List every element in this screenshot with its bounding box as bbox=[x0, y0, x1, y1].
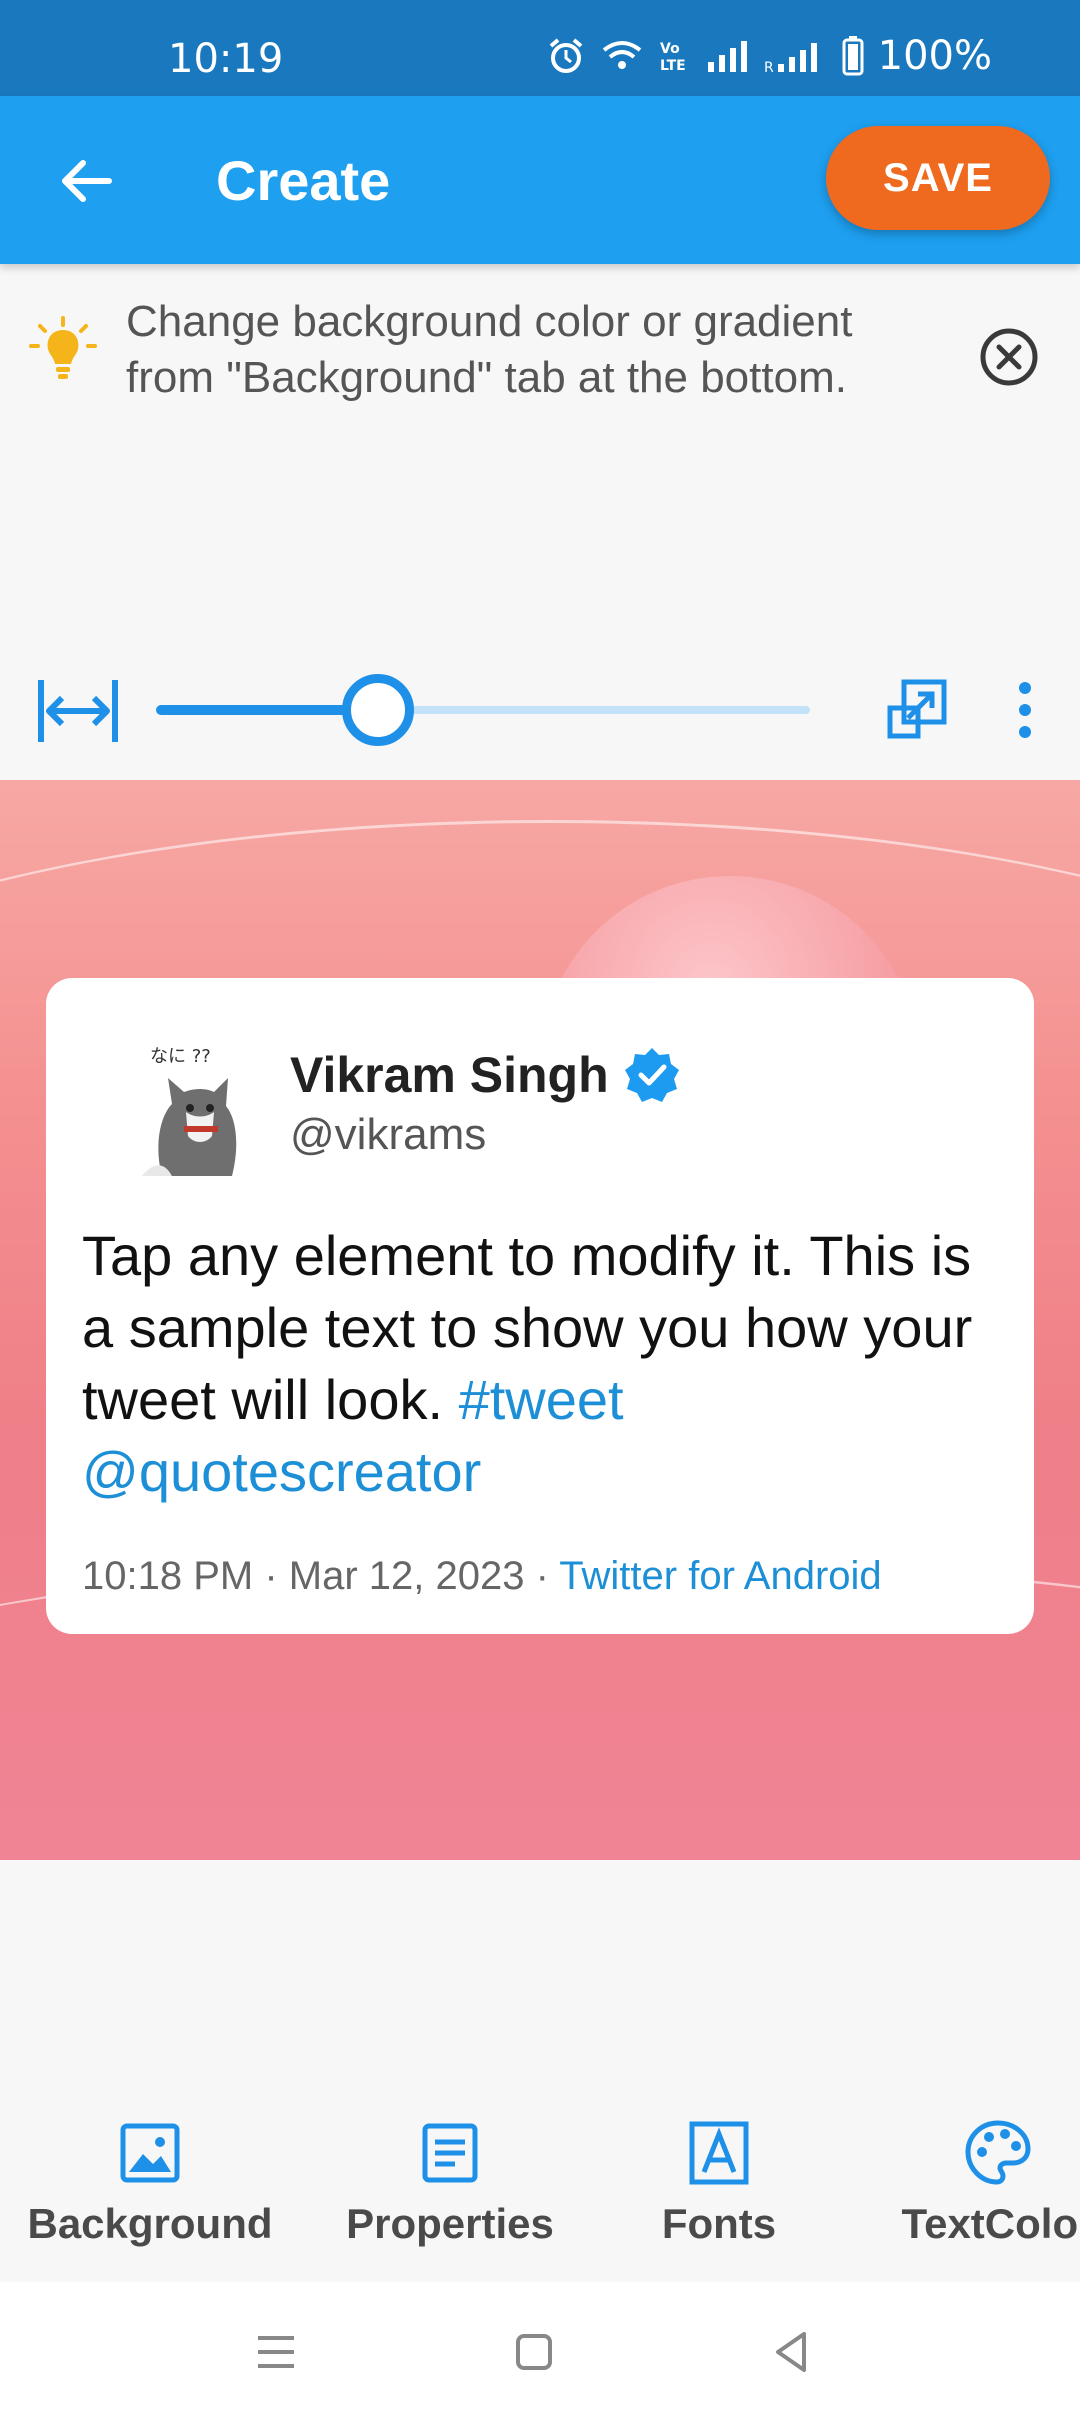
close-circle-icon[interactable] bbox=[978, 326, 1040, 388]
svg-text:LTE: LTE bbox=[660, 58, 686, 74]
tweet-mention: @quotescreator bbox=[82, 1440, 482, 1503]
svg-text:R: R bbox=[764, 60, 774, 74]
resize-icon[interactable] bbox=[886, 678, 948, 740]
zoom-slider[interactable] bbox=[156, 674, 810, 746]
tweet-text[interactable]: Tap any element to modify it. This is a … bbox=[82, 1220, 1002, 1508]
more-vert-icon[interactable] bbox=[1010, 678, 1040, 742]
tab-label: Properties bbox=[346, 2200, 554, 2247]
home-icon[interactable] bbox=[504, 2322, 564, 2382]
zoom-toolbar bbox=[0, 660, 1080, 760]
tab-label: Fonts bbox=[661, 2200, 777, 2247]
bottom-tabs: Background Properties Fonts TextColor bbox=[0, 2090, 1080, 2280]
font-icon bbox=[689, 2121, 749, 2185]
slider-thumb[interactable] bbox=[342, 674, 415, 746]
document-icon bbox=[422, 2123, 478, 2183]
tweet-card[interactable]: なに ?? Vikram Singh @vikrams Tap any elem… bbox=[46, 978, 1034, 1634]
save-button[interactable]: SAVE bbox=[826, 126, 1050, 230]
tweet-time: 10:18 PM · Mar 12, 2023 · bbox=[82, 1554, 560, 1598]
page-title: Create bbox=[216, 149, 391, 212]
svg-text:なに ??: なに ?? bbox=[150, 1046, 211, 1067]
svg-text:Vo: Vo bbox=[660, 41, 680, 57]
tab-background[interactable]: Background bbox=[22, 2118, 278, 2268]
alarm-icon bbox=[549, 38, 582, 73]
roaming-signal-icon: R bbox=[764, 43, 817, 74]
lightbulb-icon bbox=[29, 316, 97, 379]
volte-icon: Vo LTE bbox=[660, 41, 686, 74]
tab-label: TextColor bbox=[901, 2200, 1080, 2247]
tweet-handle[interactable]: @vikrams bbox=[290, 1110, 486, 1160]
status-bar: 10:19 Vo LTE R 100% bbox=[0, 0, 1080, 96]
tweet-canvas[interactable]: なに ?? Vikram Singh @vikrams Tap any elem… bbox=[0, 780, 1080, 1860]
status-icons: Vo LTE R 100% bbox=[546, 33, 992, 79]
signal-icon bbox=[707, 41, 747, 72]
status-time: 10:19 bbox=[168, 36, 284, 82]
arrow-left-icon bbox=[62, 160, 112, 202]
app-bar: Create SAVE bbox=[0, 96, 1080, 264]
tweet-source: Twitter for Android bbox=[559, 1554, 882, 1598]
tip-text: Change background color or gradient from… bbox=[126, 297, 853, 402]
tweet-hashtag: #tweet bbox=[458, 1368, 624, 1431]
tab-label: Background bbox=[27, 2200, 273, 2247]
tip-banner: Change background color or gradient from… bbox=[0, 264, 1080, 424]
tab-textcolor[interactable]: TextColor bbox=[898, 2118, 1080, 2268]
tab-fonts[interactable]: Fonts bbox=[630, 2118, 808, 2268]
palette-icon bbox=[965, 2120, 1031, 2185]
avatar[interactable]: なに ?? bbox=[102, 1026, 282, 1186]
menu-icon[interactable] bbox=[246, 2322, 306, 2382]
tweet-name: Vikram Singh bbox=[290, 1047, 609, 1103]
wifi-icon bbox=[602, 41, 641, 69]
fit-width-icon[interactable] bbox=[36, 676, 120, 746]
image-icon bbox=[120, 2123, 180, 2183]
back-button[interactable] bbox=[40, 136, 130, 226]
cat-avatar-image: なに ?? bbox=[142, 1046, 237, 1176]
system-nav-bar bbox=[0, 2282, 1080, 2412]
verified-badge-icon bbox=[624, 1048, 679, 1102]
battery-icon bbox=[842, 36, 864, 76]
back-triangle-icon[interactable] bbox=[762, 2322, 822, 2382]
tweet-author[interactable]: Vikram Singh bbox=[290, 1046, 681, 1104]
tab-properties[interactable]: Properties bbox=[330, 2118, 570, 2268]
battery-percent: 100% bbox=[877, 33, 992, 79]
tweet-meta[interactable]: 10:18 PM · Mar 12, 2023 · Twitter for An… bbox=[82, 1554, 882, 1599]
